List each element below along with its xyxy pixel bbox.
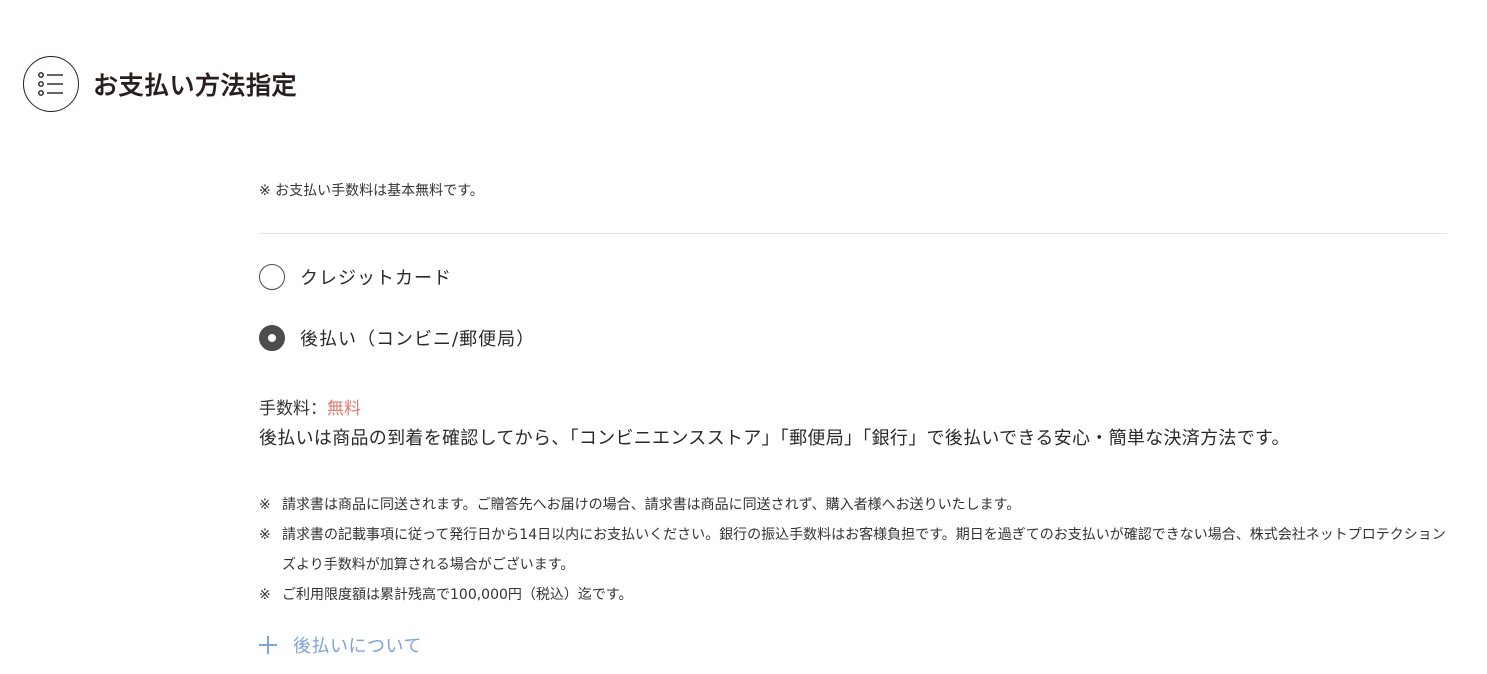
divider [259,233,1447,234]
note-item: ※ 請求書は商品に同送されます。ご贈答先へお届けの場合、請求書は商品に同送されず… [259,490,1447,520]
section-header: お支払い方法指定 [23,56,297,112]
fee-note: ※ お支払い手数料は基本無料です。 [259,183,484,199]
fee-line: 手数料：無料 [259,396,1447,422]
radio-option-credit-card[interactable]: クレジットカード [259,263,1447,291]
note-mark: ※ [259,497,271,513]
radio-label-credit-card: クレジットカード [300,268,452,289]
note-item: ※ ご利用限度額は累計残高で100,000円（税込）迄です。 [259,580,1447,610]
note-mark: ※ [259,527,271,543]
payment-method-content: ※ お支払い手数料は基本無料です。 クレジットカード 後払い（コンビニ/郵便局）… [259,178,1447,658]
notes-list: ※ 請求書は商品に同送されます。ご贈答先へお届けの場合、請求書は商品に同送されず… [259,490,1447,610]
list-icon [23,56,79,112]
note-text: 請求書は商品に同送されます。ご贈答先へお届けの場合、請求書は商品に同送されず、購… [282,497,1021,513]
deferred-payment-detail: 手数料：無料 後払いは商品の到着を確認してから、「コンビニエンスストア」「郵便局… [259,396,1447,658]
plus-icon [259,636,277,654]
page-title: お支払い方法指定 [93,71,298,100]
note-text: ご利用限度額は累計残高で100,000円（税込）迄です。 [282,587,633,603]
about-deferred-payment-toggle[interactable]: 後払いについて [259,632,1447,658]
fee-label: 手数料： [259,399,327,419]
radio-option-deferred-payment[interactable]: 後払い（コンビニ/郵便局） [259,324,1447,352]
note-item: ※ 請求書の記載事項に従って発行日から14日以内にお支払いください。銀行の振込手… [259,520,1447,580]
radio-label-deferred-payment: 後払い（コンビニ/郵便局） [300,329,536,350]
accordion-label: 後払いについて [293,636,422,657]
note-text: 請求書の記載事項に従って発行日から14日以内にお支払いください。銀行の振込手数料… [282,527,1446,573]
payment-description: 後払いは商品の到着を確認してから、「コンビニエンスストア」「郵便局」「銀行」で後… [259,428,1290,449]
note-mark: ※ [259,587,271,603]
radio-button-deferred-payment[interactable] [259,325,285,351]
payment-method-radio-group: クレジットカード 後払い（コンビニ/郵便局） [259,263,1447,352]
fee-value: 無料 [327,399,361,419]
radio-button-credit-card[interactable] [259,264,285,290]
